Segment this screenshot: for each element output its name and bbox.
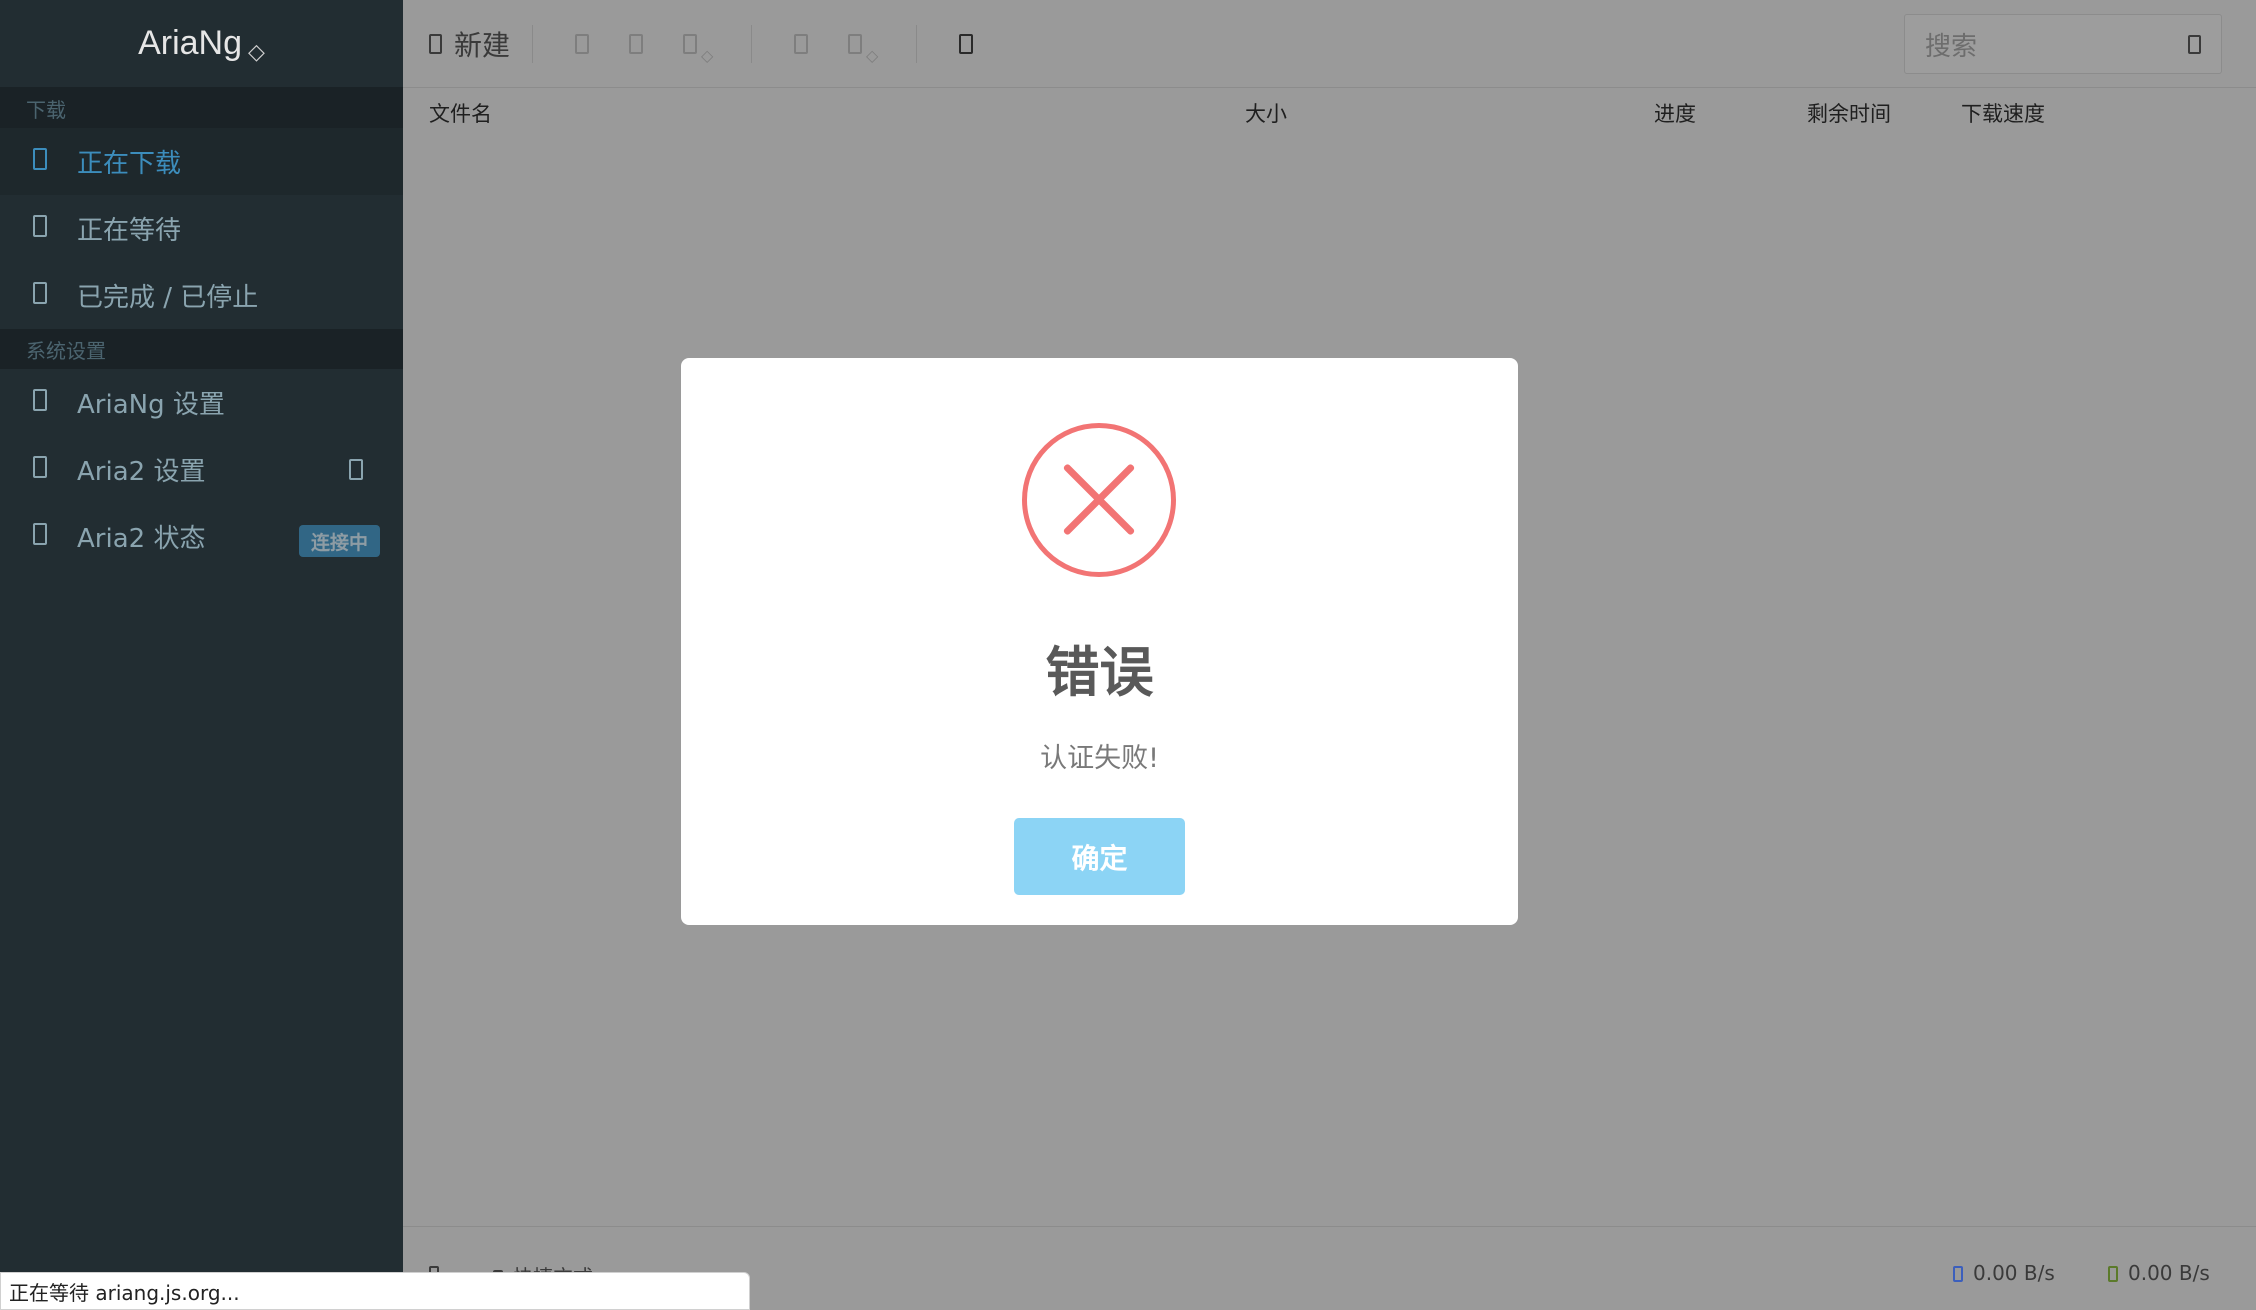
search-placeholder: 搜索 — [1925, 31, 1978, 62]
dialog-message: 认证失败! — [1040, 743, 1159, 774]
search-icon[interactable] — [2188, 34, 2201, 54]
plus-icon — [429, 33, 442, 54]
column-size[interactable]: 大小 — [1245, 98, 1287, 128]
status-text: 正在等待 ariang.js.org... — [9, 1280, 240, 1305]
confirm-button[interactable]: 确定 — [1014, 818, 1185, 895]
task-table-header: 文件名 大小 进度 剩余时间 下载速度 — [403, 88, 2256, 134]
column-remaining-time[interactable]: 剩余时间 — [1807, 98, 1891, 128]
sidebar-item-label: AriaNg 设置 — [77, 390, 225, 420]
sidebar-item-ariang-settings[interactable]: AriaNg 设置 — [0, 369, 403, 436]
toolbar-divider — [532, 24, 534, 63]
brand-diamond-icon: ◇ — [248, 38, 265, 64]
column-filename[interactable]: 文件名 — [429, 98, 492, 128]
sort-icon[interactable]: ◇ — [848, 33, 878, 65]
column-download-speed[interactable]: 下载速度 — [1961, 98, 2045, 128]
brand-name: AriaNg — [138, 24, 242, 62]
toolbar-divider — [751, 24, 753, 63]
sidebar-item-aria2-settings[interactable]: Aria2 设置 — [0, 436, 403, 503]
pause-icon[interactable] — [629, 33, 644, 54]
error-dialog: 错误 认证失败! 确定 — [681, 358, 1518, 925]
global-upload-speed: 0.00 B/s — [2108, 1261, 2210, 1285]
server-icon — [33, 522, 47, 545]
new-task-button[interactable]: 新建 — [429, 24, 510, 64]
error-x-icon — [1022, 423, 1176, 577]
move-icon[interactable]: ◇ — [683, 33, 713, 65]
section-header-settings: 系统设置 — [0, 329, 403, 369]
sidebar-item-aria2-status[interactable]: Aria2 状态 连接中 — [0, 503, 403, 570]
sidebar-item-label: Aria2 设置 — [77, 457, 206, 487]
sidebar-item-label: Aria2 状态 — [77, 524, 206, 554]
delete-icon[interactable] — [794, 33, 809, 54]
global-download-speed: 0.00 B/s — [1953, 1261, 2055, 1285]
sliders-icon — [33, 455, 47, 478]
sidebar-item-label: 已完成 / 已停止 — [77, 283, 259, 313]
sidebar-item-stopped[interactable]: 已完成 / 已停止 — [0, 262, 403, 329]
arrow-down-icon — [1953, 1266, 1963, 1282]
sidebar-item-waiting[interactable]: 正在等待 — [0, 195, 403, 262]
toolbar: 新建 ◇ ◇ 搜索 — [403, 0, 2256, 88]
gear-icon — [33, 388, 47, 411]
check-icon — [33, 281, 47, 304]
clock-icon — [33, 214, 47, 237]
browser-status-bar: 正在等待 ariang.js.org... — [0, 1272, 750, 1310]
toolbar-divider — [916, 24, 918, 63]
sidebar-item-label: 正在下载 — [77, 149, 182, 179]
status-badge: 连接中 — [299, 525, 381, 557]
play-icon[interactable] — [575, 33, 590, 54]
arrow-up-icon — [2108, 1266, 2118, 1282]
sidebar-item-label: 正在等待 — [77, 216, 182, 246]
select-all-icon[interactable] — [959, 33, 974, 54]
search-input[interactable]: 搜索 — [1904, 14, 2222, 74]
chevron-down-icon[interactable] — [349, 459, 363, 480]
column-progress[interactable]: 进度 — [1654, 98, 1696, 128]
app-window: AriaNg ◇ 下载 正在下载 正在等待 已完成 / 已停止 系统设置 Ari… — [0, 0, 2256, 1310]
section-header-downloads: 下载 — [0, 88, 403, 128]
sidebar: AriaNg ◇ 下载 正在下载 正在等待 已完成 / 已停止 系统设置 Ari… — [0, 0, 403, 1310]
new-task-label: 新建 — [454, 28, 511, 62]
dialog-title: 错误 — [1045, 641, 1154, 704]
brand-logo[interactable]: AriaNg ◇ — [0, 0, 403, 88]
sidebar-item-downloading[interactable]: 正在下载 — [0, 128, 403, 195]
download-icon — [33, 147, 47, 170]
